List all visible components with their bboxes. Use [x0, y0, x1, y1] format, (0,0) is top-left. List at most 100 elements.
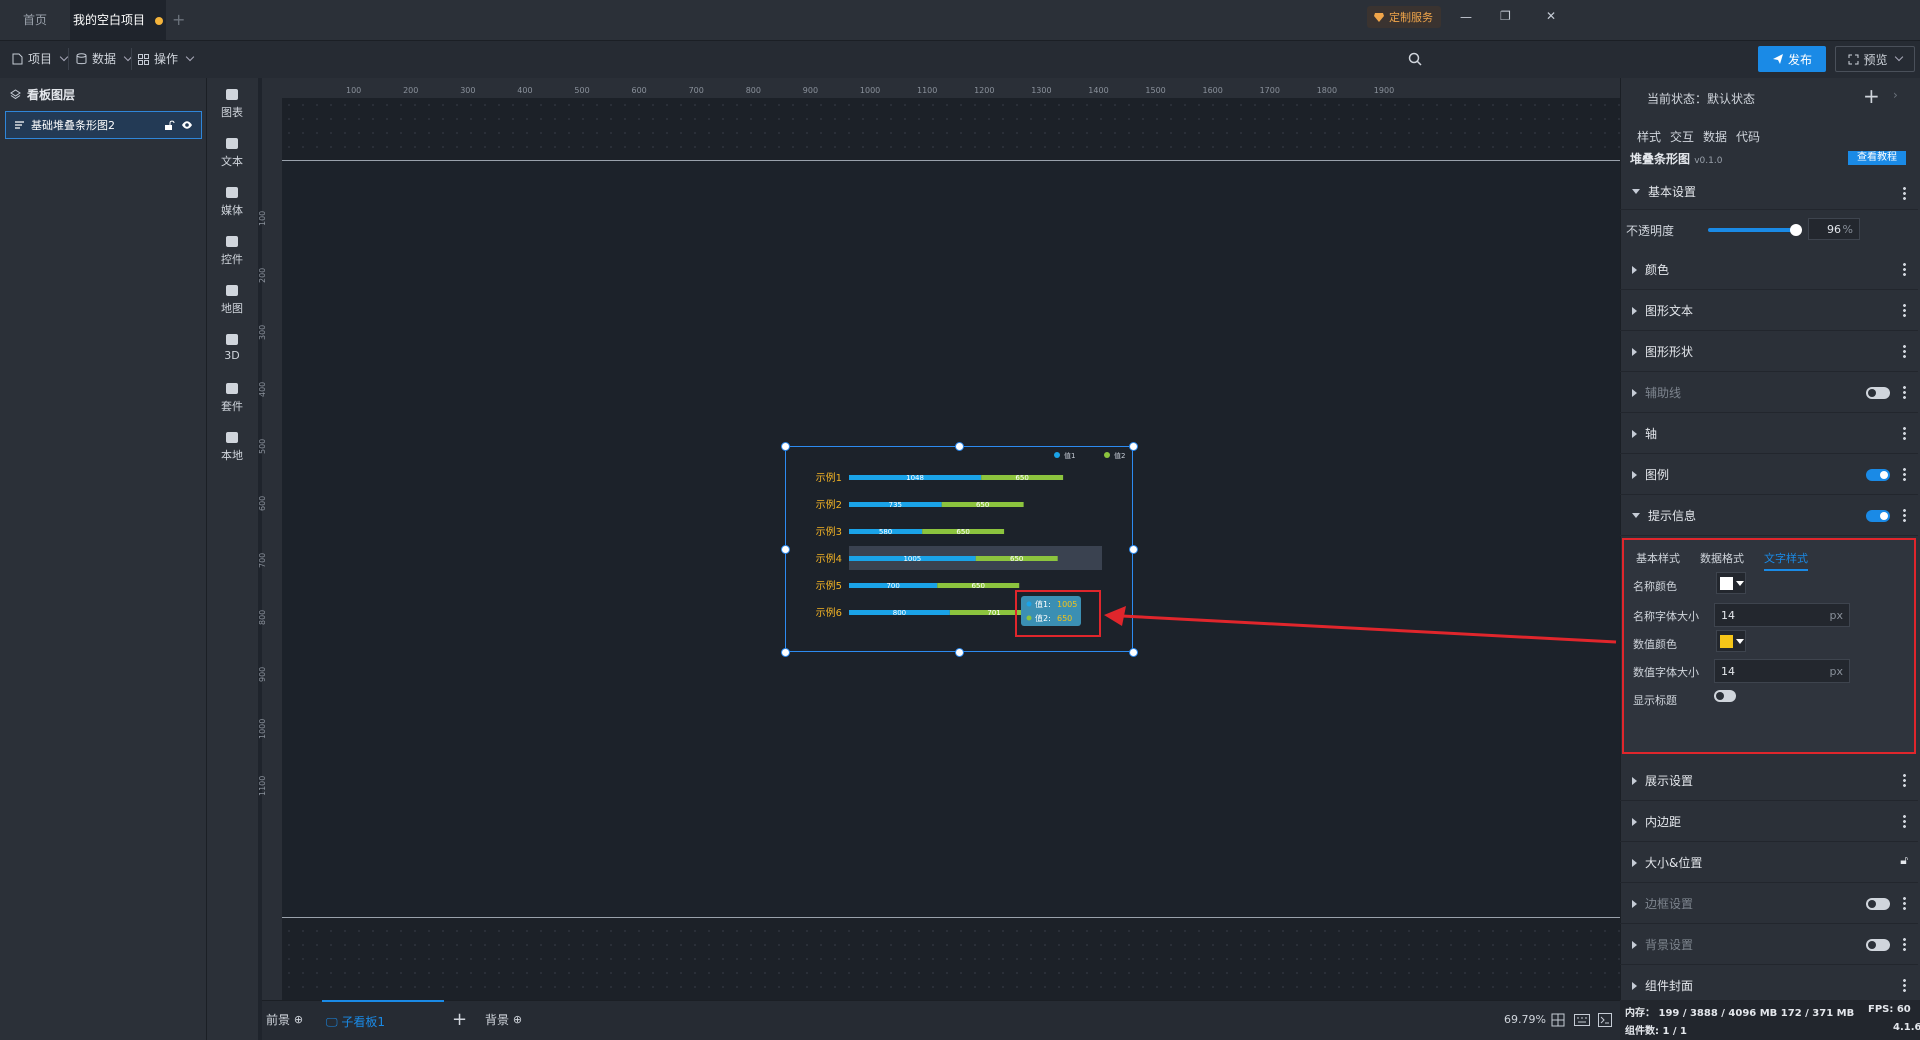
add-tab-button[interactable]: +: [172, 10, 185, 29]
section-toggle[interactable]: [1866, 898, 1890, 910]
section-item[interactable]: 展示设置: [1620, 761, 1918, 801]
panel-tab[interactable]: 代码: [1736, 128, 1760, 145]
value-size-input[interactable]: 14 px: [1714, 659, 1850, 683]
chevron-right-icon[interactable]: ›: [1893, 88, 1898, 102]
foreground-tab[interactable]: 前景 ⊕: [266, 1000, 303, 1040]
background-tab[interactable]: 背景 ⊕: [485, 1000, 522, 1040]
bar-chart-icon: [15, 121, 24, 129]
section-item[interactable]: 背景设置: [1620, 925, 1918, 965]
more-icon[interactable]: [1903, 186, 1906, 200]
panel-tab[interactable]: 数据: [1703, 128, 1727, 145]
subboard-tab[interactable]: 🖵 子看板1: [322, 1000, 444, 1040]
search-icon[interactable]: [1408, 52, 1422, 66]
preview-button[interactable]: 预览: [1835, 46, 1915, 72]
custom-service-button[interactable]: 定制服务: [1367, 6, 1441, 28]
keyboard-icon[interactable]: [1574, 1014, 1590, 1026]
add-circle-icon[interactable]: ⊕: [513, 1013, 522, 1026]
more-icon[interactable]: [1903, 937, 1906, 951]
section-item[interactable]: 轴: [1620, 414, 1918, 454]
more-icon[interactable]: [1903, 814, 1906, 828]
data-menu[interactable]: 数据: [76, 40, 133, 78]
opacity-slider[interactable]: [1708, 224, 1803, 236]
tutorial-button[interactable]: 查看教程: [1848, 151, 1906, 165]
more-icon[interactable]: [1903, 896, 1906, 910]
publish-button[interactable]: 发布: [1758, 46, 1826, 72]
zoom-level[interactable]: 69.79%: [1504, 1013, 1546, 1026]
more-icon[interactable]: [1903, 426, 1906, 440]
add-board-button[interactable]: +: [452, 1000, 467, 1040]
ruler-tick-label: 200: [258, 267, 267, 283]
minimize-button[interactable]: —: [1460, 10, 1472, 24]
section-item[interactable]: 颜色: [1620, 250, 1918, 290]
section-item[interactable]: 大小&位置 🔓︎: [1620, 843, 1918, 883]
component-bar-chart[interactable]: 图表: [206, 86, 258, 120]
component-cube[interactable]: 3D: [206, 331, 258, 362]
section-toggle[interactable]: [1866, 469, 1890, 481]
section-toggle[interactable]: [1866, 939, 1890, 951]
lock-icon[interactable]: 🔓︎: [1900, 853, 1908, 868]
add-circle-icon[interactable]: ⊕: [294, 1013, 303, 1026]
resize-handle[interactable]: [781, 648, 790, 657]
resize-handle[interactable]: [781, 442, 790, 451]
panel-tab[interactable]: 交互: [1670, 128, 1694, 145]
component-media[interactable]: 媒体: [206, 184, 258, 218]
caret-icon: [1632, 429, 1637, 438]
section-basic[interactable]: 基本设置: [1620, 174, 1918, 210]
more-icon[interactable]: [1903, 344, 1906, 358]
resize-handle[interactable]: [1129, 442, 1138, 451]
more-icon[interactable]: [1903, 773, 1906, 787]
project-menu[interactable]: 项目: [12, 40, 69, 78]
resize-handle[interactable]: [955, 442, 964, 451]
show-title-toggle[interactable]: [1714, 690, 1736, 702]
section-toggle[interactable]: [1866, 510, 1890, 522]
resize-handle[interactable]: [1129, 545, 1138, 554]
section-label: 大小&位置: [1645, 856, 1703, 870]
name-size-input[interactable]: 14 px: [1714, 603, 1850, 627]
section-item[interactable]: 提示信息: [1620, 496, 1918, 536]
tab-project[interactable]: 我的空白项目: [70, 0, 166, 40]
section-item[interactable]: 辅助线: [1620, 373, 1918, 413]
layer-item[interactable]: 基础堆叠条形图2: [5, 111, 202, 139]
tab-home[interactable]: 首页: [0, 0, 70, 40]
more-icon[interactable]: [1903, 978, 1906, 992]
section-item[interactable]: 内边距: [1620, 802, 1918, 842]
section-item[interactable]: 图例: [1620, 455, 1918, 495]
section-item[interactable]: 图形形状: [1620, 332, 1918, 372]
component-map[interactable]: 地图: [206, 282, 258, 316]
style-subtab[interactable]: 数据格式: [1700, 550, 1744, 569]
component-text[interactable]: 文本: [206, 135, 258, 169]
opacity-label: 不透明度: [1626, 224, 1675, 238]
style-subtab[interactable]: 文字样式: [1764, 550, 1808, 571]
operate-menu[interactable]: 操作: [138, 40, 195, 78]
layers-title: 看板图层: [27, 88, 76, 102]
terminal-icon[interactable]: [1598, 1013, 1612, 1027]
resize-handle[interactable]: [781, 545, 790, 554]
eye-icon[interactable]: [181, 120, 193, 130]
section-item[interactable]: 图形文本: [1620, 291, 1918, 331]
text-icon: [226, 138, 238, 149]
panel-tab[interactable]: 样式: [1637, 128, 1661, 145]
restore-button[interactable]: ❐: [1500, 9, 1511, 23]
style-subtab[interactable]: 基本样式: [1636, 550, 1680, 569]
add-state-button[interactable]: +: [1863, 84, 1880, 108]
resize-handle[interactable]: [955, 648, 964, 657]
value-color-picker[interactable]: [1716, 630, 1746, 652]
ruler-tick-label: 1700: [1259, 86, 1280, 95]
more-icon[interactable]: [1903, 303, 1906, 317]
fit-screen-icon[interactable]: [1551, 1013, 1565, 1027]
name-color-picker[interactable]: [1716, 572, 1746, 594]
component-puzzle[interactable]: 本地: [206, 429, 258, 463]
unlock-icon[interactable]: [164, 120, 175, 131]
more-icon[interactable]: [1903, 385, 1906, 399]
opacity-input[interactable]: 96%: [1808, 218, 1860, 240]
close-button[interactable]: ✕: [1546, 9, 1556, 23]
section-item[interactable]: 边框设置: [1620, 884, 1918, 924]
ruler-tick-label: 400: [517, 86, 533, 95]
more-icon[interactable]: [1903, 467, 1906, 481]
component-widget[interactable]: 控件: [206, 233, 258, 267]
section-toggle[interactable]: [1866, 387, 1890, 399]
unit-label: px: [1829, 664, 1844, 678]
component-kit[interactable]: 套件: [206, 380, 258, 414]
more-icon[interactable]: [1903, 508, 1906, 522]
more-icon[interactable]: [1903, 262, 1906, 276]
